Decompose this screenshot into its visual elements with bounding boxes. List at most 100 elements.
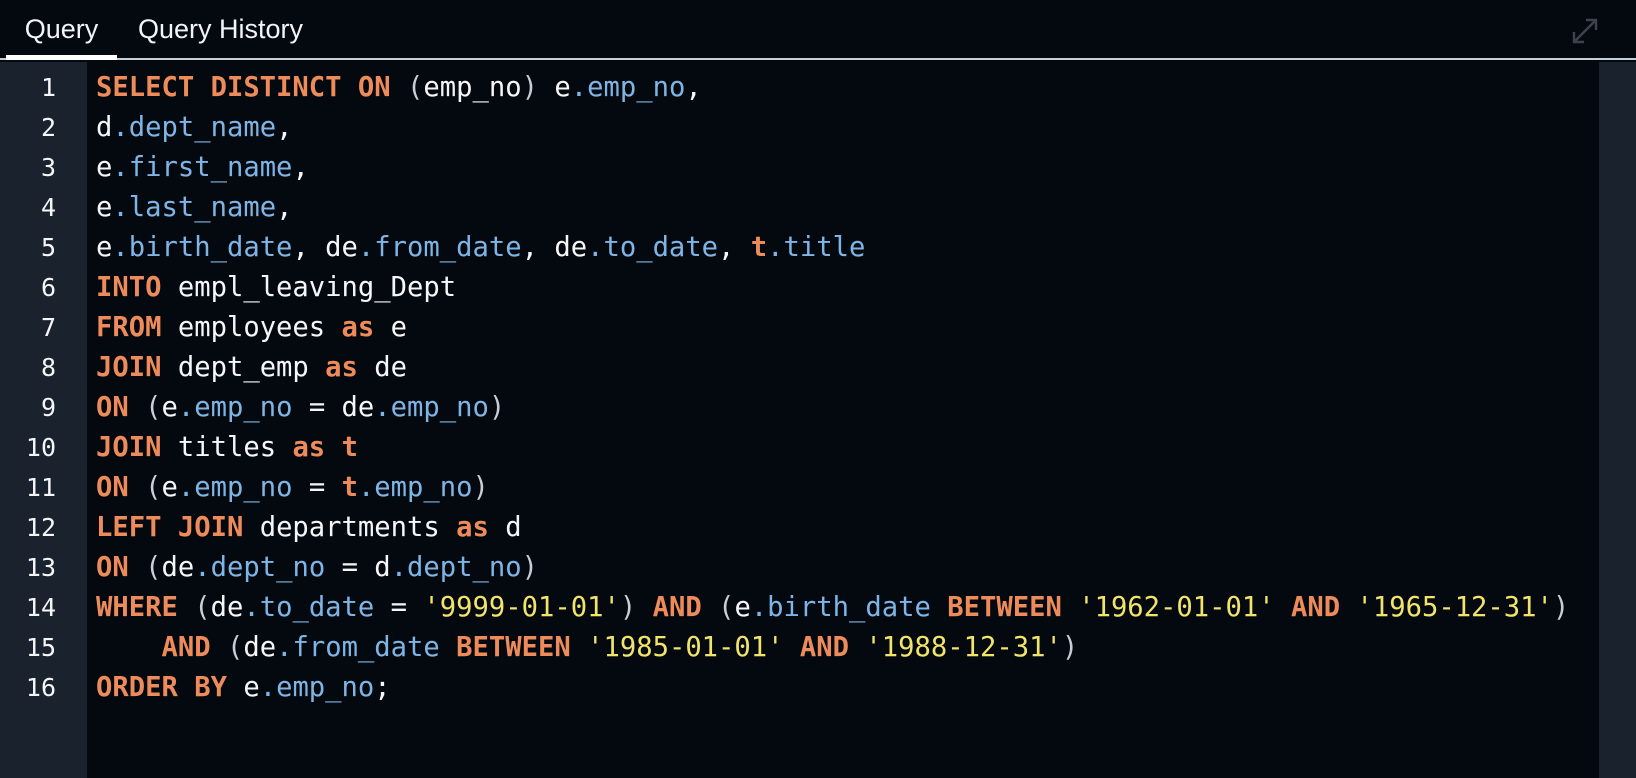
- code-token: SELECT DISTINCT ON: [96, 72, 391, 103]
- code-line[interactable]: d.dept_name,: [96, 108, 292, 148]
- code-token: (: [145, 392, 162, 423]
- line-number: 12: [25, 513, 56, 542]
- line-number: 10: [25, 433, 56, 462]
- code-token: ON: [96, 472, 129, 503]
- code-token: '1988-12-31': [865, 632, 1062, 663]
- code-line[interactable]: JOIN dept_emp as de: [96, 348, 407, 388]
- code-token: '9999-01-01': [423, 592, 620, 623]
- code-line[interactable]: ORDER BY e.emp_no;: [96, 668, 391, 708]
- code-line[interactable]: e.birth_date, de.from_date, de.to_date, …: [96, 228, 865, 268]
- code-token: ,: [292, 152, 309, 183]
- code-token: emp_no: [423, 72, 522, 103]
- code-line[interactable]: ON (e.emp_no = t.emp_no): [96, 468, 489, 508]
- code-token: BETWEEN: [456, 632, 571, 663]
- code-area[interactable]: SELECT DISTINCT ON (emp_no) e.emp_no, d.d…: [87, 62, 1599, 778]
- code-token: .emp_no: [374, 392, 489, 423]
- line-number: 7: [40, 313, 56, 342]
- code-token: ): [521, 552, 539, 583]
- code-token: .dept_no: [390, 552, 522, 583]
- code-token: e: [734, 592, 751, 623]
- line-number: 15: [25, 633, 56, 662]
- code-token: .emp_no: [357, 472, 473, 503]
- code-line[interactable]: SELECT DISTINCT ON (emp_no) e.emp_no,: [96, 68, 702, 108]
- code-token: .title: [767, 232, 866, 263]
- code-token: e: [96, 232, 113, 263]
- code-line[interactable]: e.last_name,: [96, 188, 292, 228]
- code-token: .from_date: [276, 632, 440, 663]
- code-token: e: [161, 392, 178, 423]
- code-line[interactable]: e.first_name,: [96, 148, 309, 188]
- code-token: de: [161, 552, 195, 583]
- code-line[interactable]: ON (de.dept_no = d.dept_no): [96, 548, 538, 588]
- code-token: de: [210, 592, 244, 623]
- code-line[interactable]: INTO empl_leaving_Dept: [96, 268, 456, 308]
- line-number: 16: [25, 673, 56, 702]
- code-token: .emp_no: [570, 72, 686, 103]
- code-token: e: [226, 672, 260, 703]
- code-token: =: [292, 472, 342, 503]
- code-token: d: [488, 512, 522, 543]
- code-token: FROM: [96, 312, 162, 343]
- code-line[interactable]: LEFT JOIN departments as d: [96, 508, 522, 548]
- code-token: ,: [276, 112, 293, 143]
- code-token: (: [145, 472, 162, 503]
- code-token: ): [472, 472, 489, 503]
- code-token: ): [488, 392, 506, 423]
- code-token: ): [619, 592, 637, 623]
- code-token: e: [96, 152, 113, 183]
- code-line[interactable]: FROM employees as e: [96, 308, 407, 348]
- code-line[interactable]: ON (e.emp_no = de.emp_no): [96, 388, 505, 428]
- line-number: 4: [40, 193, 56, 222]
- code-token: t: [750, 232, 768, 263]
- code-token: ): [1552, 592, 1570, 623]
- code-token: = d: [325, 552, 391, 583]
- code-token: .emp_no: [177, 392, 293, 423]
- expand-icon[interactable]: [1570, 16, 1600, 46]
- code-token: ON: [96, 552, 129, 583]
- line-number: 3: [40, 153, 56, 182]
- code-token: .from_date: [357, 232, 522, 263]
- code-token: ): [1061, 632, 1079, 663]
- code-line[interactable]: JOIN titles as t: [96, 428, 358, 468]
- code-token: ;: [374, 672, 391, 703]
- code-token: as: [292, 432, 326, 463]
- code-token: ORDER BY: [96, 672, 227, 703]
- code-token: .to_date: [587, 232, 719, 263]
- code-token: (: [226, 632, 244, 663]
- code-token: as: [341, 312, 375, 343]
- code-token: '1962-01-01': [1078, 592, 1275, 623]
- code-line[interactable]: AND (de.from_date BETWEEN '1985-01-01' A…: [96, 628, 1078, 668]
- tab-query-history[interactable]: Query History: [138, 0, 318, 58]
- code-token: JOIN: [96, 352, 162, 383]
- code-token: titles: [161, 432, 293, 463]
- code-token: e: [96, 192, 113, 223]
- code-token: , de: [521, 232, 588, 263]
- code-token: =: [374, 592, 424, 623]
- code-token: ,: [685, 72, 702, 103]
- tab-query[interactable]: Query: [6, 0, 117, 60]
- code-token: AND: [799, 632, 850, 663]
- code-token: e: [537, 72, 571, 103]
- code-token: .to_date: [243, 592, 375, 623]
- code-token: BETWEEN: [947, 592, 1062, 623]
- code-line[interactable]: WHERE (de.to_date = '9999-01-01') AND (e…: [96, 588, 1569, 628]
- code-token: departments: [243, 512, 457, 543]
- sql-editor[interactable]: 1 2 3 4 5 6 7 8 9 10 11 12 13 14 15 16 SELECT DISTINCT …: [0, 62, 1636, 778]
- query-tool-panel: Query Query History 1 2 3 4 5 6 7 8 9 10 11 12 13 14 1…: [0, 0, 1636, 778]
- code-token: t: [341, 432, 358, 463]
- code-token: as: [456, 512, 489, 543]
- code-token: (: [145, 552, 162, 583]
- vertical-scrollbar[interactable]: [1599, 62, 1636, 778]
- code-token: , de: [292, 232, 358, 263]
- code-token: empl_leaving_Dept: [161, 272, 457, 303]
